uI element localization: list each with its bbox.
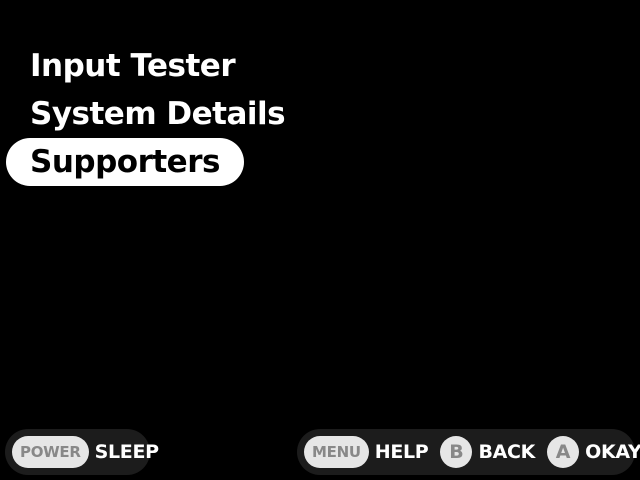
a-button-icon: A (547, 436, 580, 468)
sleep-label: SLEEP (94, 441, 159, 463)
b-back-hint[interactable]: B BACK (440, 436, 535, 468)
back-label: BACK (478, 441, 536, 463)
menu-button-icon: MENU (304, 436, 369, 468)
menu-item-system-details[interactable]: System Details (6, 90, 309, 138)
b-button-icon: B (440, 436, 473, 468)
help-label: HELP (374, 441, 429, 463)
power-sleep-hint[interactable]: POWER SLEEP (12, 436, 159, 468)
footer-left-hints: POWER SLEEP (5, 429, 159, 475)
a-okay-hint[interactable]: A OKAY (547, 436, 640, 468)
menu-item-supporters[interactable]: Supporters (6, 138, 244, 186)
power-button-icon: POWER (12, 436, 89, 468)
main-menu: Input Tester System Details Supporters (6, 42, 309, 186)
menu-help-hint[interactable]: MENU HELP (304, 436, 429, 468)
menu-item-input-tester[interactable]: Input Tester (6, 42, 259, 90)
okay-label: OKAY (585, 441, 640, 463)
screen: Input Tester System Details Supporters P… (0, 0, 640, 480)
footer-right-hints: MENU HELP B BACK A OKAY (297, 429, 640, 475)
